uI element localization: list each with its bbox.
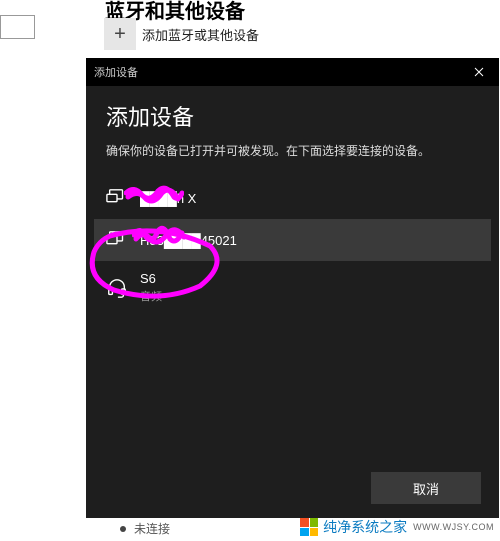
watermark-text: 纯净系统之家 xyxy=(323,517,407,537)
watermark-url: WWW.WJSY.COM xyxy=(413,522,494,532)
settings-page: 蓝牙和其他设备 + 添加蓝牙或其他设备 添加设备 添加设备 确保你的设备已打开并… xyxy=(0,0,500,541)
dialog-body: 添加设备 确保你的设备已打开并可被发现。在下面选择要连接的设备。 ████h X xyxy=(86,86,499,314)
dialog-footer: 取消 xyxy=(371,472,481,504)
device-item-0[interactable]: ████h X xyxy=(94,177,491,219)
windows-logo-icon xyxy=(300,518,318,536)
device-subtitle: 音频 xyxy=(140,288,162,304)
close-icon xyxy=(474,67,484,77)
display-icon xyxy=(106,229,128,251)
device-name: S6 xyxy=(140,271,162,286)
display-icon xyxy=(106,187,128,209)
headset-icon xyxy=(106,277,128,299)
add-device-dialog: 添加设备 添加设备 确保你的设备已打开并可被发现。在下面选择要连接的设备。 ██… xyxy=(86,58,499,518)
add-device-plus-label: 添加蓝牙或其他设备 xyxy=(142,25,259,44)
close-button[interactable] xyxy=(459,58,499,86)
device-name: H83████45021 xyxy=(140,233,237,248)
device-name: ████h X xyxy=(140,191,196,206)
device-item-1[interactable]: H83████45021 xyxy=(94,219,491,261)
add-device-plus-button[interactable]: + xyxy=(104,18,136,50)
device-list: ████h X H83████45021 xyxy=(106,177,479,314)
footer-status-text: 未连接 xyxy=(134,520,170,537)
status-dot-icon xyxy=(120,526,126,532)
dialog-heading: 添加设备 xyxy=(106,100,479,132)
watermark: 纯净系统之家 WWW.WJSY.COM xyxy=(296,515,498,539)
device-text: ████h X xyxy=(140,191,196,206)
dialog-titlebar-text: 添加设备 xyxy=(94,64,138,80)
footer-status-row: 未连接 xyxy=(120,520,170,537)
left-edge-box xyxy=(0,15,35,39)
dialog-titlebar: 添加设备 xyxy=(86,58,499,86)
device-item-2[interactable]: S6 音频 xyxy=(94,261,491,314)
cancel-button[interactable]: 取消 xyxy=(371,472,481,504)
device-text: H83████45021 xyxy=(140,233,237,248)
dialog-subtitle: 确保你的设备已打开并可被发现。在下面选择要连接的设备。 xyxy=(106,142,479,159)
device-text: S6 音频 xyxy=(140,271,162,304)
